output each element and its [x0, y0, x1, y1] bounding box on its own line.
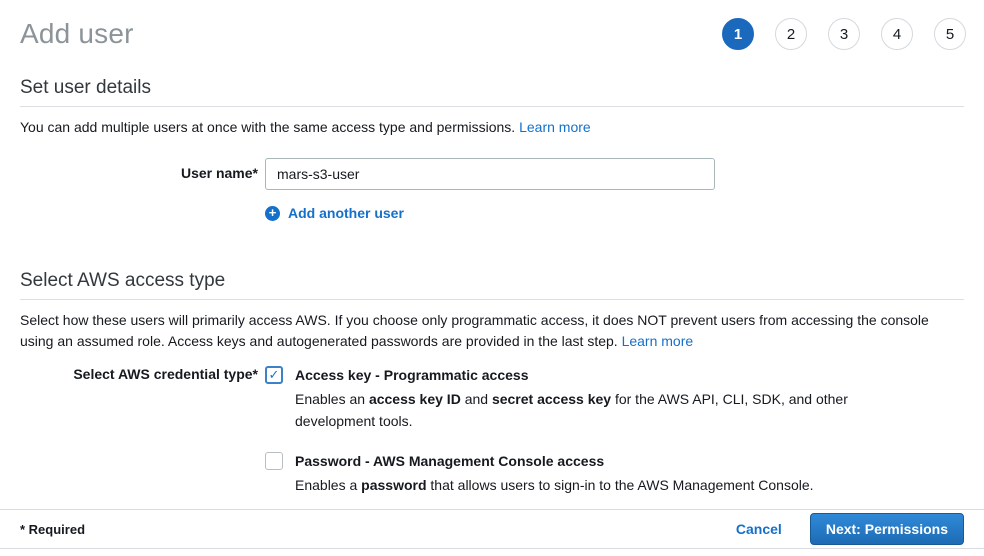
password-checkbox[interactable]: ✓ — [265, 452, 283, 470]
wizard-step-4[interactable]: 4 — [881, 18, 913, 50]
access-key-checkbox[interactable]: ✓ — [265, 366, 283, 384]
add-another-user-label[interactable]: Add another user — [288, 205, 404, 221]
add-plus-icon: + — [265, 206, 280, 221]
option-access-key: ✓ Access key - Programmatic access Enabl… — [265, 365, 853, 432]
wizard-step-1[interactable]: 1 — [722, 18, 754, 50]
page-title: Add user — [20, 18, 134, 50]
desc-bold: access key ID — [369, 391, 461, 407]
password-option-title: Password - AWS Management Console access — [295, 451, 814, 471]
desc-bold: secret access key — [492, 391, 611, 407]
credential-type-label: Select AWS credential type* — [20, 365, 258, 382]
wizard-step-5[interactable]: 5 — [934, 18, 966, 50]
access-type-learn-more-link[interactable]: Learn more — [622, 333, 694, 349]
required-note: * Required — [20, 522, 85, 537]
password-option-desc: Enables a password that allows users to … — [295, 474, 814, 496]
user-details-heading: Set user details — [20, 77, 964, 99]
password-option-text: Password - AWS Management Console access… — [295, 451, 814, 496]
wizard-footer: * Required Cancel Next: Permissions — [0, 509, 984, 549]
desc-text: that allows users to sign-in to the AWS … — [427, 477, 814, 493]
username-row: User name* — [20, 158, 964, 190]
access-type-intro-text: Select how these users will primarily ac… — [20, 312, 929, 349]
access-type-heading: Select AWS access type — [20, 270, 964, 292]
credential-type-row: Select AWS credential type* ✓ Access key… — [20, 365, 964, 496]
access-type-intro: Select how these users will primarily ac… — [20, 310, 964, 352]
user-details-section: Set user details You can add multiple us… — [0, 77, 984, 221]
access-key-option-desc: Enables an access key ID and secret acce… — [295, 388, 853, 432]
desc-bold: password — [361, 477, 426, 493]
section-divider — [20, 299, 964, 300]
page-header: Add user 1 2 3 4 5 — [0, 0, 984, 50]
access-key-option-text: Access key - Programmatic access Enables… — [295, 365, 853, 432]
username-input[interactable] — [265, 158, 715, 190]
option-password: ✓ Password - AWS Management Console acce… — [265, 451, 853, 496]
username-label: User name* — [20, 158, 258, 181]
wizard-step-2[interactable]: 2 — [775, 18, 807, 50]
desc-text: Enables a — [295, 477, 361, 493]
next-permissions-button[interactable]: Next: Permissions — [810, 513, 964, 545]
section-divider — [20, 106, 964, 107]
user-details-intro-text: You can add multiple users at once with … — [20, 119, 519, 135]
desc-text: Enables an — [295, 391, 369, 407]
desc-text: and — [461, 391, 492, 407]
access-type-section: Select AWS access type Select how these … — [0, 270, 984, 496]
cancel-button[interactable]: Cancel — [736, 521, 782, 537]
credential-options: ✓ Access key - Programmatic access Enabl… — [265, 365, 853, 496]
wizard-step-3[interactable]: 3 — [828, 18, 860, 50]
add-another-user-button[interactable]: + Add another user — [265, 205, 964, 221]
wizard-step-indicator: 1 2 3 4 5 — [722, 18, 966, 50]
user-details-learn-more-link[interactable]: Learn more — [519, 119, 591, 135]
access-key-option-title: Access key - Programmatic access — [295, 365, 853, 385]
user-details-intro: You can add multiple users at once with … — [20, 117, 964, 138]
add-user-wizard-page: Add user 1 2 3 4 5 Set user details You … — [0, 0, 984, 556]
